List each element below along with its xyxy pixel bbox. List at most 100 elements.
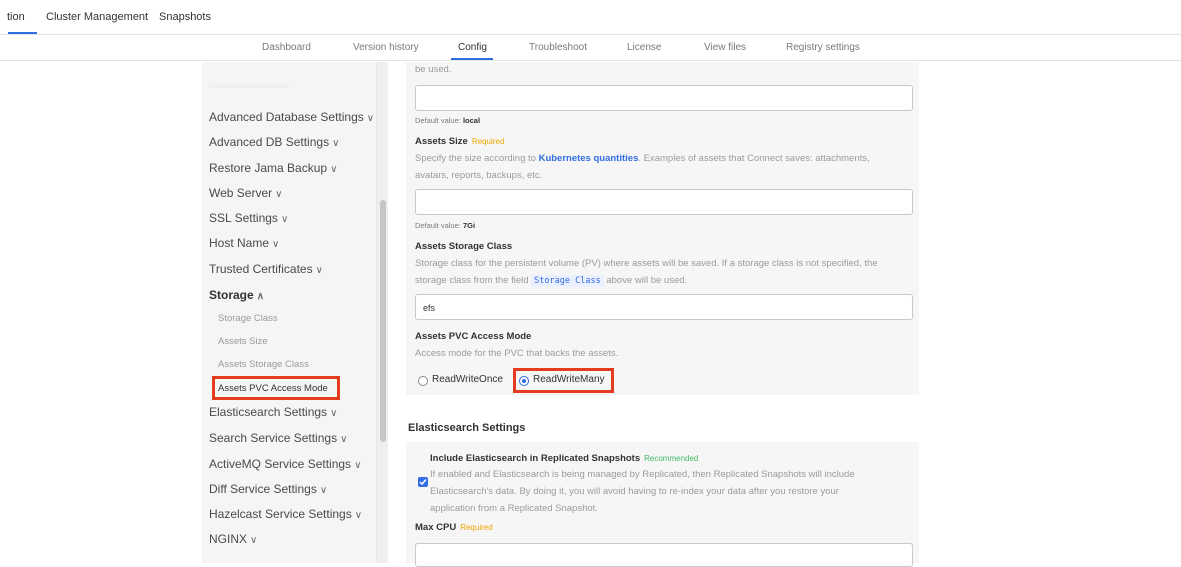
recommended-badge: Recommended	[644, 454, 699, 463]
tab-snapshots[interactable]: Snapshots	[159, 11, 211, 23]
sidebar-item-label: Search Service Settings	[209, 431, 338, 445]
highlight-box-sidebar	[212, 376, 340, 400]
storage-config-panel: be used. Default value: local Assets Siz…	[406, 62, 919, 395]
tab-config[interactable]: Config	[458, 42, 487, 53]
sidebar-scrollbar-thumb[interactable]	[380, 200, 386, 442]
assets-size-description: Specify the size according to Kubernetes…	[415, 150, 915, 184]
default-value-prefix: Default value:	[415, 221, 461, 230]
sidebar-item-advanced-database-settings[interactable]: Advanced Database Settings ∨	[209, 110, 374, 124]
chevron-down-icon: ∨	[250, 535, 258, 546]
chevron-down-icon: ∨	[354, 510, 363, 521]
sidebar-item-label: SSL Settings	[209, 211, 278, 225]
sidebar-item-label: ActiveMQ Service Settings	[209, 457, 352, 471]
field-label-text: Assets Size	[415, 136, 468, 147]
elasticsearch-config-panel: Include Elasticsearch in Replicated Snap…	[406, 442, 920, 567]
include-elasticsearch-label: Include Elasticsearch in Replicated Snap…	[430, 453, 698, 464]
sidebar-item-activemq-service-settings[interactable]: ActiveMQ Service Settings ∨	[209, 457, 361, 471]
storage-class-default-value: Default value: local	[415, 116, 480, 125]
config-sidebar: Advanced Database Settings ∨ Advanced DB …	[202, 62, 388, 563]
tab-troubleshoot[interactable]: Troubleshoot	[529, 42, 587, 53]
kubernetes-quantities-link[interactable]: Kubernetes quantities	[539, 153, 639, 164]
assets-size-default-value: Default value: 7Gi	[415, 221, 475, 230]
sidebar-item-nginx[interactable]: NGINX ∨	[209, 532, 257, 546]
sidebar-subitem-assets-size[interactable]: Assets Size	[218, 336, 268, 347]
description-text: Storage class for the persistent volume …	[415, 258, 878, 269]
chevron-down-icon: ∨	[330, 164, 338, 175]
assets-storage-class-input[interactable]: efs	[415, 294, 913, 320]
field-label-text: Include Elasticsearch in Replicated Snap…	[430, 453, 641, 464]
sidebar-item-label: Hazelcast Service Settings	[209, 507, 352, 521]
required-badge: Required	[460, 523, 493, 532]
sidebar-item-host-name[interactable]: Host Name ∨	[209, 236, 279, 250]
chevron-down-icon: ∨	[366, 113, 375, 124]
description-text: Elasticsearch's data. By doing it, you w…	[430, 486, 839, 497]
chevron-down-icon: ∨	[354, 460, 362, 471]
sidebar-item-label: Restore Jama Backup	[209, 161, 328, 175]
sidebar-item-diff-service-settings[interactable]: Diff Service Settings ∨	[209, 482, 327, 496]
checkmark-icon	[419, 479, 427, 486]
sidebar-item-storage[interactable]: Storage ∧	[209, 288, 264, 302]
sidebar-item-label: Trusted Certificates	[209, 262, 313, 276]
sidebar-item-elasticsearch-settings[interactable]: Elasticsearch Settings ∨	[209, 405, 337, 419]
description-text: . Examples of assets that Connect saves:…	[638, 153, 870, 164]
chevron-down-icon: ∨	[315, 265, 323, 276]
sidebar-item-trusted-certificates[interactable]: Trusted Certificates ∨	[209, 262, 323, 276]
assets-storage-class-label: Assets Storage Class	[415, 241, 513, 252]
active-tab-indicator	[8, 32, 37, 34]
tab-cluster-management[interactable]: Cluster Management	[46, 11, 148, 23]
max-cpu-label: Max CPU Required	[415, 522, 493, 533]
sub-navigation: Dashboard Version history Config Trouble…	[0, 35, 1181, 61]
assets-pvc-access-mode-description: Access mode for the PVC that backs the a…	[415, 348, 619, 359]
chevron-down-icon: ∨	[319, 485, 328, 496]
tab-dashboard[interactable]: Dashboard	[262, 42, 311, 53]
read-write-once-label[interactable]: ReadWriteOnce	[432, 374, 503, 385]
read-write-once-radio[interactable]	[418, 376, 428, 386]
sidebar-item-hazelcast-service-settings[interactable]: Hazelcast Service Settings ∨	[209, 507, 362, 521]
include-elasticsearch-description: If enabled and Elasticsearch is being ma…	[430, 466, 920, 517]
sidebar-item-label: Elasticsearch Settings	[209, 405, 328, 419]
storage-class-input[interactable]	[415, 85, 913, 111]
sidebar-item-label: Advanced DB Settings	[209, 135, 330, 149]
assets-storage-class-description: Storage class for the persistent volume …	[415, 255, 915, 290]
active-subtab-indicator	[451, 58, 493, 60]
tab-application[interactable]: tion	[7, 11, 25, 23]
sidebar-item-search-service-settings[interactable]: Search Service Settings ∨	[209, 431, 347, 445]
include-elasticsearch-checkbox[interactable]	[418, 477, 428, 487]
sidebar-item-advanced-db-settings[interactable]: Advanced DB Settings ∨	[209, 135, 339, 149]
sidebar-subitem-storage-class[interactable]: Storage Class	[218, 313, 278, 324]
sidebar-subitem-assets-storage-class[interactable]: Assets Storage Class	[218, 359, 309, 370]
chevron-down-icon: ∨	[332, 138, 340, 149]
chevron-up-icon: ∧	[256, 291, 265, 302]
sidebar-item-restore-jama-backup[interactable]: Restore Jama Backup ∨	[209, 161, 337, 175]
sidebar-item-label: Web Server	[209, 186, 273, 200]
description-text: above will be used.	[606, 275, 688, 286]
assets-size-label: Assets Size Required	[415, 136, 504, 147]
chevron-down-icon: ∨	[272, 239, 280, 250]
assets-pvc-access-mode-label: Assets PVC Access Mode	[415, 331, 532, 342]
chevron-down-icon: ∨	[280, 214, 289, 225]
tab-version-history[interactable]: Version history	[353, 42, 419, 53]
tab-view-files[interactable]: View files	[704, 42, 746, 53]
previous-field-description-fragment: be used.	[415, 64, 452, 75]
field-label-text: Max CPU	[415, 522, 457, 533]
assets-size-input[interactable]	[415, 189, 913, 215]
default-value: local	[462, 116, 481, 125]
chevron-down-icon: ∨	[330, 408, 338, 419]
description-text: avatars, reports, backups, etc.	[415, 170, 543, 181]
description-text: Specify the size according to	[415, 153, 536, 164]
tab-registry-settings[interactable]: Registry settings	[786, 42, 860, 53]
elasticsearch-section-title: Elasticsearch Settings	[408, 422, 526, 434]
sidebar-item-label: Diff Service Settings	[209, 482, 317, 496]
sidebar-cutoff-item	[209, 82, 289, 88]
description-text: application from a Replicated Snapshot.	[430, 503, 598, 514]
description-text: If enabled and Elasticsearch is being ma…	[430, 469, 855, 480]
sidebar-item-label: Host Name	[209, 236, 270, 250]
default-value: 7Gi	[462, 221, 476, 230]
sidebar-item-ssl-settings[interactable]: SSL Settings ∨	[209, 211, 288, 225]
top-navigation: tion Cluster Management Snapshots	[0, 0, 1181, 35]
sidebar-item-web-server[interactable]: Web Server ∨	[209, 186, 282, 200]
required-badge: Required	[471, 137, 505, 146]
tab-license[interactable]: License	[627, 42, 661, 53]
max-cpu-input[interactable]	[415, 543, 913, 567]
description-text: storage class from the field	[415, 275, 529, 286]
